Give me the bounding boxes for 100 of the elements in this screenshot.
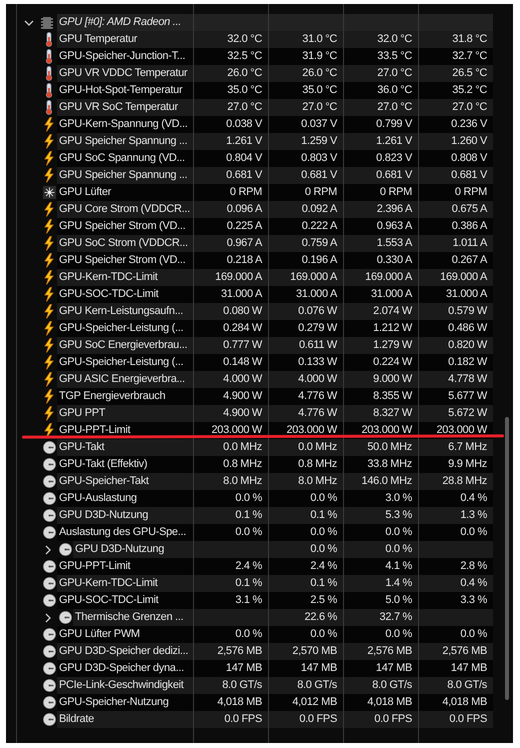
value-cell-text: 0.681 V <box>451 168 487 184</box>
value-cell-text: 1.553 A <box>376 236 412 252</box>
value-cell-text: 32.0 °C <box>227 32 262 48</box>
value-cell-text: 0.681 V <box>376 168 412 184</box>
device-name[interactable]: GPU [#0]: AMD Radeon ... <box>59 14 182 31</box>
clock-icon <box>42 577 56 590</box>
sensor-label: Auslastung des GPU-Spe... <box>59 525 186 540</box>
value-cell-text: 1.011 A <box>452 236 487 252</box>
value-cell-text: 0.820 W <box>448 338 487 354</box>
chevron-down-icon[interactable] <box>24 18 34 28</box>
value-cell-text: 0.0 % <box>385 627 412 642</box>
value-cell-text: 0.0 % <box>310 627 337 642</box>
value-cell-text: 1.279 W <box>373 338 412 354</box>
clock-icon <box>42 713 56 726</box>
value-cell-text: 0 RPM <box>380 185 412 200</box>
value-cell-text: 0.148 W <box>223 355 262 370</box>
clock-icon <box>42 475 56 488</box>
value-cell-text: 0.675 A <box>452 202 487 218</box>
value-cell-text: 0.579 W <box>448 304 487 320</box>
value-cell-text: 203.000 W <box>361 423 412 438</box>
value-cell-text: 147 MB <box>300 661 337 676</box>
value-cell-text: 0.096 A <box>226 202 262 218</box>
thermometer-icon <box>45 66 53 81</box>
value-cell-text: 4,018 MB <box>442 695 487 710</box>
value-cell-text: 0.967 A <box>226 236 262 252</box>
value-cell-text: 1.4 % <box>385 576 412 592</box>
value-cell-text: 32.5 °C <box>227 49 262 64</box>
lightning-icon <box>44 236 54 251</box>
clock-icon <box>42 441 56 454</box>
value-cell-text: 0.0 FPS <box>374 712 412 728</box>
value-cell-text: 3.0 % <box>385 491 412 506</box>
value-cell-text: 0.386 A <box>452 219 487 234</box>
sensor-label: GPU Speicher Strom (VD... <box>59 253 186 268</box>
sensor-label: GPU-SOC-TDC-Limit <box>59 593 158 608</box>
value-cell-text: 0.0 % <box>385 542 412 558</box>
clock-icon <box>58 611 72 624</box>
lightning-icon <box>44 253 54 268</box>
lightning-icon <box>44 219 54 234</box>
value-cell-text: 0.224 W <box>373 355 412 370</box>
value-cell-text: 0.1 % <box>310 576 337 592</box>
value-cell-text: 26.0 °C <box>227 66 262 82</box>
value-cell-text: 2.4 % <box>310 559 337 574</box>
value-cell-text: 8.0 GT/s <box>372 678 412 694</box>
value-cell-text: 35.0 °C <box>302 83 337 98</box>
lightning-icon <box>44 134 54 149</box>
value-cell-text: 0.4 % <box>460 576 487 592</box>
value-cell-text: 0.0 FPS <box>299 712 337 728</box>
value-cell-text: 2,570 MB <box>292 644 337 660</box>
value-cell-text: 26.0 °C <box>302 66 337 82</box>
value-cell-text: 146.0 MHz <box>362 474 412 490</box>
value-cell-text: 1.260 V <box>451 134 487 150</box>
value-cell-text: 2.5 % <box>310 593 337 608</box>
value-cell-text: 8.0 GT/s <box>222 678 262 694</box>
value-cell-text: 203.000 W <box>436 423 487 438</box>
value-cell-text: 9.000 W <box>373 372 412 388</box>
value-cell-text: 4.900 W <box>223 389 262 404</box>
device-row[interactable]: GPU [#0]: AMD Radeon ... <box>57 14 493 31</box>
value-cell-text: 0.038 V <box>226 117 262 132</box>
value-cell-text: 0.0 % <box>385 525 412 540</box>
value-cell-text: 27.0 °C <box>227 100 262 116</box>
value-cell-text: 0.218 A <box>226 253 262 268</box>
value-cell-text: 31.000 A <box>296 287 337 302</box>
value-cell-text: 2,576 MB <box>217 644 262 660</box>
value-cell-text: 31.000 A <box>446 287 487 302</box>
sensor-label: GPU D3D-Speicher dedizi... <box>59 644 188 660</box>
value-cell-text: 0.076 W <box>298 304 337 320</box>
value-cell-text: 0.225 A <box>226 219 262 234</box>
scrollbar-thumb[interactable] <box>505 417 509 700</box>
lightning-icon <box>44 151 54 166</box>
chip-icon <box>41 16 53 30</box>
sensor-label: GPU Lüfter PWM <box>59 627 140 642</box>
value-cell-text: 0.681 V <box>301 168 337 184</box>
chevron-right-icon[interactable] <box>43 612 53 622</box>
lightning-icon <box>44 372 54 387</box>
value-cell-text: 28.8 MHz <box>442 474 487 490</box>
value-cell-text: 1.212 W <box>373 321 412 336</box>
value-cell-text: 32.7 °C <box>452 49 487 64</box>
value-cell-text: 8.327 W <box>373 406 412 422</box>
value-cell-text: 4,018 MB <box>367 695 412 710</box>
sensor-label: GPU-Speicher-Leistung (... <box>59 321 184 336</box>
sensor-label: GPU SoC Spannung (VD... <box>59 151 185 166</box>
value-cell-text: 8.0 GT/s <box>447 678 487 694</box>
sensor-label: Thermische Grenzen ... <box>75 610 184 626</box>
value-cell-text: 0.0 % <box>460 525 487 540</box>
value-cell-text: 4.900 W <box>223 406 262 422</box>
value-cell-text: 27.0 °C <box>377 66 412 82</box>
value-cell-text: 27.0 °C <box>452 100 487 116</box>
clock-icon <box>42 679 56 692</box>
chevron-right-icon[interactable] <box>43 544 53 554</box>
value-cell-text: 0.804 V <box>226 151 262 166</box>
value-cell-text: 1.3 % <box>460 508 487 524</box>
value-cell-text: 27.0 °C <box>302 100 337 116</box>
value-cell-text: 8.355 W <box>373 389 412 404</box>
value-cell-text: 3.3 % <box>460 593 487 608</box>
value-cell-text: 147 MB <box>376 661 412 676</box>
value-cell-text: 0.1 % <box>310 508 337 524</box>
thermometer-icon <box>45 49 53 64</box>
value-cell-text: 3.1 % <box>235 593 262 608</box>
value-cell-text: 169.000 A <box>290 270 337 286</box>
value-cell-text: 8.0 GT/s <box>297 678 337 694</box>
